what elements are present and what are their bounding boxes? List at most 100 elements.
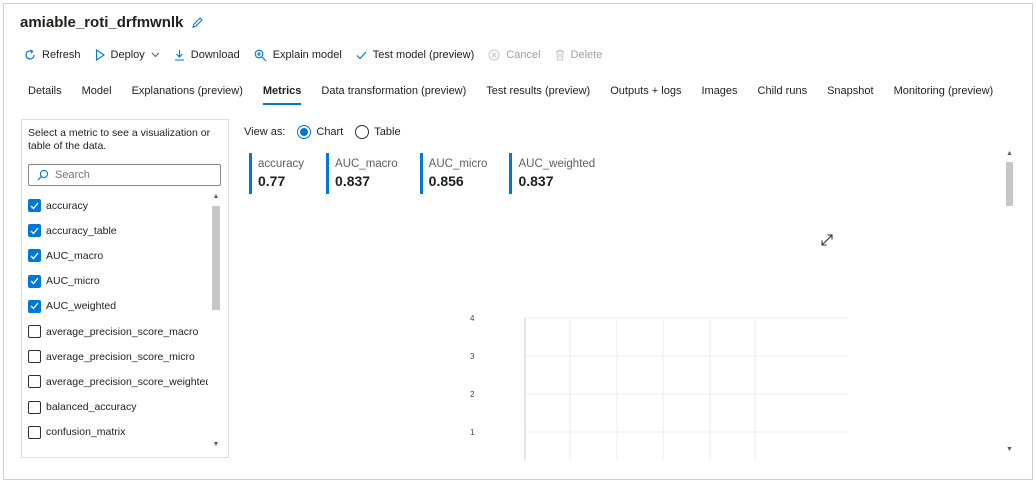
tab-data-transformation[interactable]: Data transformation (preview)	[321, 85, 466, 101]
content-scrollbar[interactable]: ▲ ▼	[1004, 150, 1015, 458]
kpi-label: AUC_weighted	[518, 158, 596, 170]
y-tick-label: 1	[470, 428, 475, 437]
metric-list-scroll-thumb[interactable]	[212, 206, 220, 310]
magnify-plus-icon	[254, 49, 267, 62]
metric-label: AUC_micro	[46, 275, 100, 288]
metric-picker-hint: Select a metric to see a visualization o…	[28, 127, 211, 152]
search-box[interactable]	[28, 164, 221, 186]
edit-pencil-icon[interactable]	[191, 16, 204, 29]
view-chart-option[interactable]: Chart	[297, 125, 343, 139]
metric-checkbox[interactable]	[28, 249, 41, 263]
metric-checkbox[interactable]	[28, 375, 41, 389]
checkmark-icon	[30, 227, 39, 235]
metric-list-item[interactable]: average_precision_score_weighted	[28, 369, 208, 394]
play-icon	[95, 48, 105, 62]
scroll-up-arrow-icon[interactable]: ▲	[211, 193, 221, 200]
chart-radio-label: Chart	[316, 126, 344, 138]
toolbar: Refresh Deploy Download Explain model Te…	[24, 46, 616, 64]
tab-test-results[interactable]: Test results (preview)	[486, 85, 590, 101]
kpi-card: AUC_macro 0.837	[326, 153, 398, 194]
search-icon	[37, 169, 49, 181]
deploy-label: Deploy	[110, 49, 145, 61]
metric-list-item[interactable]: AUC_macro	[28, 243, 208, 268]
view-as-label: View as:	[244, 126, 286, 138]
tab-explanations[interactable]: Explanations (preview)	[132, 85, 243, 101]
kpi-value: 0.856	[428, 173, 464, 189]
checkmark-icon	[30, 277, 39, 285]
chart-radio[interactable]	[297, 125, 312, 139]
refresh-icon	[24, 49, 36, 61]
test-model-label: Test model (preview)	[372, 49, 475, 61]
explain-model-label: Explain model	[272, 49, 342, 61]
test-model-button[interactable]: Test model (preview)	[356, 49, 474, 61]
checkmark-icon	[30, 202, 39, 210]
metric-label: AUC_macro	[46, 249, 104, 262]
metric-list-item[interactable]: AUC_micro	[28, 269, 208, 294]
download-button[interactable]: Download	[174, 49, 240, 61]
metric-label: confusion_matrix	[46, 426, 126, 439]
metric-list-scrollbar[interactable]: ▲ ▼	[211, 193, 221, 451]
cancel-circle-icon	[488, 49, 500, 61]
cancel-label: Cancel	[506, 49, 541, 61]
content-scroll-down-icon[interactable]: ▼	[1004, 446, 1015, 453]
metric-label: balanced_accuracy	[46, 401, 137, 414]
tab-monitoring[interactable]: Monitoring (preview)	[894, 85, 994, 101]
delete-button[interactable]: Delete	[555, 49, 602, 61]
search-input[interactable]	[55, 169, 205, 181]
kpi-card: AUC_micro 0.856	[419, 153, 488, 194]
kpi-strip: accuracy 0.77 AUC_macro 0.837 AUC_micro …	[249, 153, 617, 194]
metric-checkbox[interactable]	[28, 425, 41, 439]
kpi-value: 0.77	[258, 173, 286, 189]
table-radio-label: Table	[374, 126, 401, 138]
check-icon	[356, 51, 367, 60]
y-tick-label: 4	[470, 314, 475, 323]
metric-checkbox[interactable]	[28, 400, 41, 414]
metric-label: average_precision_score_micro	[46, 350, 195, 363]
chevron-down-icon	[151, 52, 160, 58]
tab-details[interactable]: Details	[28, 85, 62, 101]
refresh-button[interactable]: Refresh	[24, 49, 81, 61]
explain-model-button[interactable]: Explain model	[254, 49, 342, 62]
tab-metrics[interactable]: Metrics	[262, 85, 301, 105]
tab-child-runs[interactable]: Child runs	[758, 85, 808, 101]
trash-icon	[555, 49, 565, 61]
y-tick-label: 3	[470, 352, 475, 361]
metric-list-item[interactable]: average_precision_score_micro	[28, 344, 208, 369]
expand-icon[interactable]	[820, 233, 834, 247]
download-label: Download	[190, 49, 240, 61]
metric-label: average_precision_score_macro	[46, 325, 199, 338]
kpi-label: AUC_micro	[428, 158, 488, 170]
deploy-button[interactable]: Deploy	[95, 48, 160, 62]
metric-checkbox[interactable]	[28, 199, 41, 213]
checkmark-icon	[30, 252, 39, 260]
cancel-button[interactable]: Cancel	[488, 49, 541, 61]
metric-list-item[interactable]: average_precision_score_macro	[28, 319, 208, 344]
checkmark-icon	[30, 302, 39, 310]
metric-list-item[interactable]: balanced_accuracy	[28, 395, 208, 420]
metric-picker-panel: Select a metric to see a visualization o…	[21, 119, 229, 458]
metric-checkbox[interactable]	[28, 299, 41, 313]
metric-label: AUC_weighted	[46, 300, 117, 313]
content-scroll-up-icon[interactable]: ▲	[1004, 150, 1015, 157]
content-scroll-thumb[interactable]	[1006, 162, 1013, 206]
tab-snapshot[interactable]: Snapshot	[827, 85, 873, 101]
metric-checkbox[interactable]	[28, 274, 41, 288]
metric-checkbox[interactable]	[28, 325, 41, 339]
scroll-down-arrow-icon[interactable]: ▼	[211, 441, 221, 448]
metric-list-item[interactable]: accuracy_table	[28, 218, 208, 243]
table-radio[interactable]	[355, 125, 370, 139]
download-icon	[174, 49, 185, 61]
y-tick-label: 2	[470, 390, 475, 399]
tab-images[interactable]: Images	[701, 85, 737, 101]
metric-label: average_precision_score_weighted	[46, 375, 208, 388]
kpi-card: accuracy 0.77	[249, 153, 304, 194]
metric-checkbox[interactable]	[28, 224, 41, 238]
tab-model[interactable]: Model	[82, 85, 112, 101]
metric-list-item[interactable]: AUC_weighted	[28, 294, 208, 319]
tab-outputs-logs[interactable]: Outputs + logs	[610, 85, 681, 101]
view-table-option[interactable]: Table	[355, 125, 401, 139]
metric-list-item[interactable]: confusion_matrix	[28, 420, 208, 445]
metric-checkbox[interactable]	[28, 350, 41, 364]
metric-label: accuracy	[46, 199, 89, 212]
metric-list-item[interactable]: accuracy	[28, 193, 208, 218]
